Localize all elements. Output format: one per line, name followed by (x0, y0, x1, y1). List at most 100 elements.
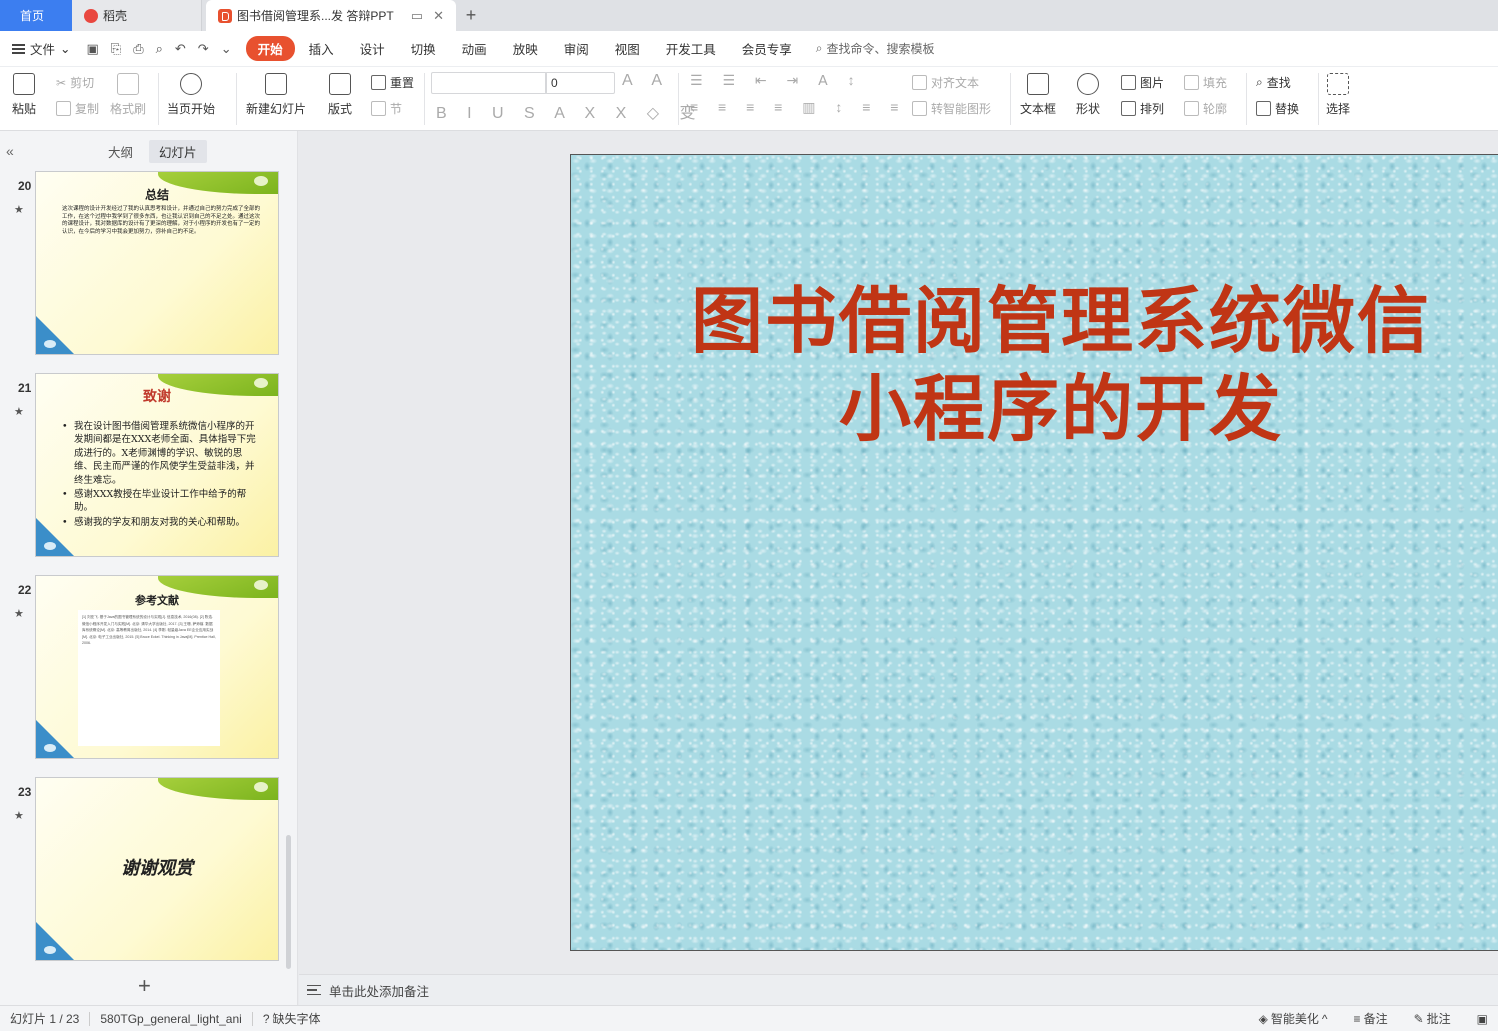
shape-button[interactable]: 形状 (1076, 73, 1100, 117)
menu-animation[interactable]: 动画 (450, 36, 499, 61)
notes-toggle-button[interactable]: ≡ 备注 (1344, 1010, 1398, 1027)
section-button[interactable]: 节 (371, 100, 402, 117)
tab-document[interactable]: 图书借阅管理系...发 答辩PPT ▭ ✕ (206, 0, 456, 31)
slide-thumbnail-row[interactable]: 21 ★ 致谢 我在设计图书借阅管理系统微信小程序的开发期间都是在XXX老师全面… (0, 373, 290, 561)
play-from-current-button[interactable]: 当页开始 (167, 73, 215, 117)
cut-label: 剪切 (70, 76, 95, 90)
redo-icon[interactable]: ↷ (198, 41, 209, 57)
copy-label: 复制 (75, 102, 100, 116)
slide-thumbnail-row[interactable]: 20 ★ 总结 这次课程的设计开发经过了我的认真思考和设计，并通过自己的努力完成… (0, 171, 290, 359)
collapse-panel-icon[interactable]: « (6, 143, 14, 159)
paste-label: 粘贴 (12, 102, 37, 116)
convert-smartart-label: 转智能图形 (931, 102, 992, 116)
font-grow-shrink[interactable]: A A (622, 72, 670, 90)
font-size-select[interactable]: 0 (545, 72, 615, 94)
reset-button[interactable]: 重置 (371, 74, 414, 91)
menu-insert[interactable]: 插入 (297, 36, 346, 61)
outline-label: 轮廓 (1203, 102, 1228, 116)
menu-view[interactable]: 视图 (603, 36, 652, 61)
paste-button[interactable]: 粘贴 (12, 73, 36, 117)
slide-thumbnail-row[interactable]: 23 ★ 谢谢观赏 (0, 777, 290, 965)
select-button[interactable]: 选择 (1326, 73, 1350, 117)
replace-button[interactable]: 替换 (1256, 100, 1299, 117)
file-menu[interactable]: 文件 ⌄ (12, 39, 71, 58)
chevron-down-icon: ⌄ (60, 42, 71, 56)
layout-button[interactable]: 版式 (328, 73, 352, 117)
tab-daoke[interactable]: 稻壳 (72, 0, 202, 31)
menu-bar: 文件 ⌄ ▣ ⎘ ⎙ ⌕ ↶ ↷ ⌄ 开始 插入 设计 切换 动画 放映 审阅 … (0, 31, 1498, 67)
find-label: 查找 (1266, 76, 1291, 90)
font-name-select[interactable] (431, 72, 547, 94)
notes-placeholder[interactable]: 单击此处添加备注 (329, 981, 429, 1000)
picture-button[interactable]: 图片 (1121, 74, 1164, 91)
fill-button[interactable]: 填充 (1184, 74, 1227, 91)
float-window-icon[interactable]: ▭ (411, 8, 423, 24)
find-button[interactable]: ⌕ 查找 (1256, 74, 1291, 91)
font-style-buttons[interactable]: B I U S A X X ◇ 变 (436, 99, 703, 123)
new-tab-button[interactable]: + (456, 0, 486, 31)
theme-name: 580TGp_general_light_ani (100, 1011, 242, 1026)
tab-outline[interactable]: 大纲 (98, 140, 143, 163)
slide-panel-header: « 大纲 幻灯片 (0, 131, 297, 171)
outline-button[interactable]: 轮廓 (1184, 100, 1227, 117)
divider (1246, 73, 1247, 125)
beautify-button[interactable]: ◈ 智能美化 ^ (1249, 1010, 1338, 1027)
slide-panel: « 大纲 幻灯片 20 ★ 总结 这次课程的设计开发经过了我的认真思考和设计，并… (0, 131, 298, 1005)
close-tab-icon[interactable]: ✕ (433, 8, 444, 24)
select-label: 选择 (1326, 102, 1351, 116)
cut-button[interactable]: ✂ 剪切 (56, 74, 94, 91)
menu-member[interactable]: 会员专享 (730, 36, 804, 61)
menu-developer[interactable]: 开发工具 (654, 36, 728, 61)
menu-design[interactable]: 设计 (348, 36, 397, 61)
shape-icon (1077, 73, 1099, 95)
add-slide-button[interactable]: + (138, 973, 151, 999)
animation-star-icon: ★ (14, 204, 24, 216)
missing-font-button[interactable]: ? 缺失字体 (253, 1010, 331, 1027)
format-painter-button[interactable]: 格式刷 (110, 73, 146, 117)
customize-icon[interactable]: ⌄ (221, 41, 232, 57)
command-search-label: 查找命令、搜索模板 (826, 42, 935, 56)
comments-label: 批注 (1426, 1012, 1451, 1026)
align-text-button[interactable]: 对齐文本 (912, 74, 979, 91)
menu-transition[interactable]: 切换 (399, 36, 448, 61)
slide-thumbnail[interactable]: 致谢 我在设计图书借阅管理系统微信小程序的开发期间都是在XXX老师全面、具体指导… (35, 373, 279, 557)
tab-home-label: 首页 (20, 9, 45, 23)
list-buttons[interactable]: ☰ ☰ ⇤ ⇥ ꓮ ↕ (690, 72, 863, 89)
menu-home[interactable]: 开始 (245, 36, 295, 61)
animation-star-icon: ★ (14, 406, 24, 418)
menu-review[interactable]: 审阅 (552, 36, 601, 61)
notes-bar[interactable]: 单击此处添加备注 (299, 974, 1498, 1005)
copy-button[interactable]: 复制 (56, 100, 99, 117)
slide-title-line-2[interactable]: 小程序的开发 (691, 365, 1431, 453)
slide-thumbnail[interactable]: 总结 这次课程的设计开发经过了我的认真思考和设计，并通过自己的努力完成了全部的工… (35, 171, 279, 355)
tab-home[interactable]: 首页 (0, 0, 72, 31)
save-icon[interactable]: ▣ (87, 41, 99, 57)
slide-number: 21 (18, 381, 32, 395)
fill-label: 填充 (1203, 76, 1228, 90)
slide-thumbnail[interactable]: 谢谢观赏 (35, 777, 279, 961)
textbox-button[interactable]: 文本框 (1020, 73, 1056, 117)
section-icon (371, 101, 386, 116)
undo-icon[interactable]: ↶ (175, 41, 186, 57)
reset-icon (371, 75, 386, 90)
new-slide-label: 新建幻灯片 (246, 102, 307, 116)
convert-smartart-button[interactable]: 转智能图形 (912, 100, 991, 117)
blue-corner-decoration (36, 316, 74, 354)
arrange-button[interactable]: 排列 (1121, 100, 1164, 117)
menu-slideshow[interactable]: 放映 (501, 36, 550, 61)
slide-title-line-1[interactable]: 图书借阅管理系统微信 (691, 277, 1431, 365)
slide-thumbnail[interactable]: 参考文献 [1] 刘亚飞. 基于Java的图书管理系统的设计与实现[J]. 信息… (35, 575, 279, 759)
print-icon[interactable]: ⎙ (133, 41, 143, 57)
slide-thumbnail-row[interactable]: 22 ★ 参考文献 [1] 刘亚飞. 基于Java的图书管理系统的设计与实现[J… (0, 575, 290, 763)
fill-icon (1184, 75, 1199, 90)
paragraph-align-buttons[interactable]: ≡ ≡ ≡ ≡ ▥ ↕ ≡ ≡ (690, 99, 906, 116)
new-slide-button[interactable]: 新建幻灯片 (246, 73, 306, 117)
export-icon[interactable]: ⎘ (111, 41, 121, 57)
slide-panel-scrollbar[interactable] (286, 835, 291, 969)
print-preview-icon[interactable]: ⌕ (156, 41, 163, 57)
normal-view-icon[interactable]: ▣ (1467, 1012, 1498, 1026)
comments-button[interactable]: ✎ 批注 (1404, 1010, 1461, 1027)
current-slide[interactable]: 图书借阅管理系统微信 小程序的开发 (570, 154, 1498, 951)
command-search[interactable]: ⌕ 查找命令、搜索模板 (816, 40, 935, 57)
tab-slides[interactable]: 幻灯片 (149, 139, 207, 163)
